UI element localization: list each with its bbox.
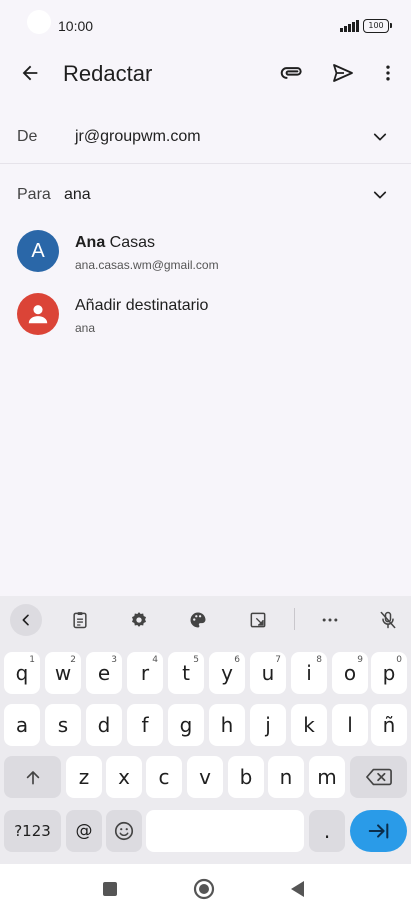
chevron-left-icon [22,614,29,626]
key-g[interactable]: g [168,704,204,746]
status-time: 10:00 [58,18,94,34]
square-icon [103,882,117,896]
key-d[interactable]: d [86,704,122,746]
more-horiz-icon [322,618,338,622]
status-bar: 10:00 100 [0,0,411,52]
more-options-button[interactable] [368,53,408,93]
add-recipient-suggestion[interactable]: Añadir destinatario ana [0,285,411,345]
recents-button[interactable] [97,876,123,902]
key-l[interactable]: l [332,704,368,746]
emoji-key[interactable] [106,810,142,852]
keyboard: q1 w2 e3 r4 t5 y6 u7 i8 o9 p0 a s d f g … [0,596,411,864]
toolbar-divider [294,608,295,630]
key-y[interactable]: y6 [209,652,245,694]
camera-cutout [27,10,51,34]
paperclip-icon [280,67,302,79]
key-k[interactable]: k [291,704,327,746]
arrow-left-icon [22,65,38,81]
key-m[interactable]: m [309,756,345,798]
key-n[interactable]: n [268,756,304,798]
attach-button[interactable] [272,53,312,93]
theme-button[interactable] [182,604,214,636]
key-q[interactable]: q1 [4,652,40,694]
back-nav-button[interactable] [285,876,311,902]
more-vert-icon [386,65,390,81]
palette-icon [190,612,206,628]
page-title: Redactar [63,61,153,86]
send-icon [333,64,353,82]
key-w[interactable]: w2 [45,652,81,694]
key-f[interactable]: f [127,704,163,746]
chevron-down-icon [373,191,387,199]
resize-icon [250,612,266,628]
contact-suggestion[interactable]: A Ana Casas ana.casas.wm@gmail.com [0,222,411,282]
shift-key[interactable] [4,756,61,798]
contact-name-match: Ana [75,234,106,251]
person-icon [17,293,59,335]
key-i[interactable]: i8 [291,652,327,694]
battery-icon: 100 [363,19,392,33]
back-button[interactable] [10,53,50,93]
key-b[interactable]: b [228,756,264,798]
arrow-up-icon [26,771,39,785]
clipboard-icon [73,612,87,629]
key-n-tilde[interactable]: ñ [371,704,407,746]
key-r[interactable]: r4 [127,652,163,694]
key-a[interactable]: a [4,704,40,746]
from-label: De [17,128,38,145]
tab-arrow-icon [368,823,388,839]
key-x[interactable]: x [106,756,142,798]
key-t[interactable]: t5 [168,652,204,694]
mic-off-icon [380,611,396,629]
circle-icon [193,878,215,900]
key-c[interactable]: c [146,756,182,798]
key-u[interactable]: u7 [250,652,286,694]
clipboard-button[interactable] [64,604,96,636]
add-recipient-query: ana [75,321,96,335]
settings-button[interactable] [123,604,155,636]
to-input[interactable]: ana [64,186,91,204]
signal-icon [340,20,359,32]
keyboard-collapse-button[interactable] [10,604,42,636]
chevron-down-icon [373,133,387,141]
at-key[interactable]: @ [66,810,102,852]
key-e[interactable]: e3 [86,652,122,694]
from-value: jr@groupwm.com [75,128,201,145]
key-o[interactable]: o9 [332,652,368,694]
send-button[interactable] [323,53,363,93]
period-key[interactable]: . [309,810,345,852]
key-p[interactable]: p0 [371,652,407,694]
symbols-key[interactable]: ?123 [4,810,61,852]
avatar: A [17,230,59,272]
keyboard-toolbar [0,596,411,644]
backspace-key[interactable] [350,756,407,798]
backspace-icon [365,768,392,786]
from-field[interactable]: De jr@groupwm.com [0,110,411,164]
to-label: Para [17,186,51,203]
emoji-icon [114,821,134,841]
contact-name: Ana Casas [75,234,155,252]
enter-key[interactable] [350,810,407,852]
key-j[interactable]: j [250,704,286,746]
contact-email: ana.casas.wm@gmail.com [75,258,219,272]
app-bar: Redactar [0,52,411,98]
add-recipient-label: Añadir destinatario [75,297,209,314]
contact-name-rest: Casas [105,234,156,251]
from-expand-button[interactable] [365,122,395,152]
to-expand-button[interactable] [365,180,395,210]
key-z[interactable]: z [66,756,102,798]
key-s[interactable]: s [45,704,81,746]
resize-keyboard-button[interactable] [242,604,274,636]
key-v[interactable]: v [187,756,223,798]
triangle-left-icon [291,881,304,897]
key-h[interactable]: h [209,704,245,746]
space-key[interactable] [146,810,304,852]
voice-input-button[interactable] [372,604,404,636]
more-tools-button[interactable] [314,604,346,636]
home-button[interactable] [191,876,217,902]
gear-icon [132,612,146,627]
to-field[interactable]: Para ana [0,168,411,222]
system-nav-bar [0,864,411,914]
